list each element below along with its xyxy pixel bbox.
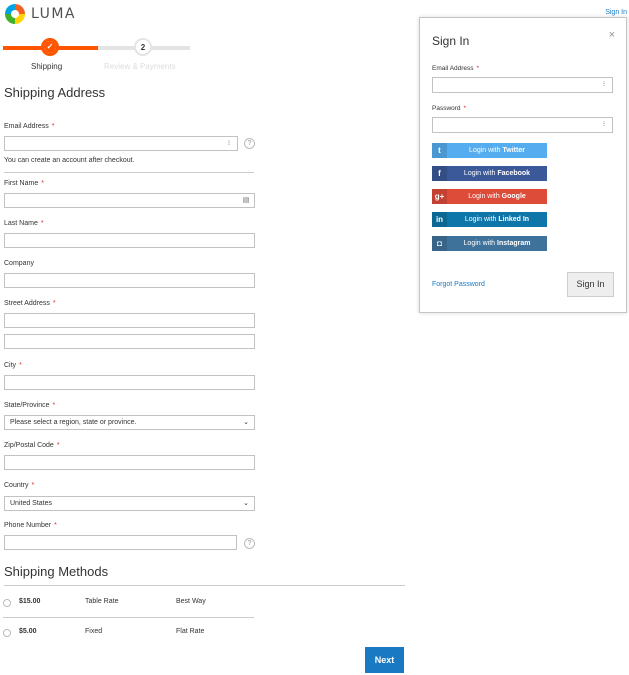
methods-divider	[4, 585, 405, 586]
forgot-password-link[interactable]: Forgot Password	[432, 281, 485, 288]
city-label: City *	[4, 362, 22, 369]
signin-modal-title: Sign In	[432, 34, 470, 48]
country-select[interactable]: United States ⌄	[4, 496, 255, 511]
signin-email-input[interactable]: ⁝	[432, 77, 613, 93]
first-name-label: First Name *	[4, 180, 44, 187]
facebook-icon: f	[432, 166, 447, 181]
autofill-icon[interactable]: ⁝	[225, 140, 233, 148]
method-price: $5.00	[19, 628, 37, 635]
state-select[interactable]: Please select a region, state or provinc…	[4, 415, 255, 430]
chevron-down-icon: ⌄	[243, 500, 249, 507]
method-title: Table Rate	[85, 598, 119, 605]
signin-password-input[interactable]: ⁝	[432, 117, 613, 133]
shipping-method-row[interactable]: $5.00 Fixed Flat Rate	[3, 626, 254, 642]
company-label: Company	[4, 260, 34, 267]
email-label: Email Address *	[4, 123, 55, 130]
step-review-indicator: 2	[134, 38, 152, 56]
step-number: 2	[140, 42, 146, 52]
shipping-method-row[interactable]: $15.00 Table Rate Best Way	[3, 596, 254, 612]
luma-logo-icon	[5, 4, 25, 24]
last-name-label: Last Name *	[4, 220, 44, 227]
login-twitter-button[interactable]: t Login with Twitter	[432, 143, 547, 158]
signin-email-label: Email Address *	[432, 65, 480, 72]
street-input-line1[interactable]	[4, 313, 255, 328]
autofill-icon[interactable]: ⁝	[600, 81, 608, 89]
company-input[interactable]	[4, 273, 255, 288]
country-select-value: United States	[10, 500, 53, 507]
login-linkedin-button[interactable]: in Login with Linked In	[432, 212, 547, 227]
method-carrier: Flat Rate	[176, 628, 205, 635]
login-google-button[interactable]: g+ Login with Google	[432, 189, 547, 204]
login-instagram-button[interactable]: ◘ Login with Instagram	[432, 236, 547, 251]
step-review-label: Review & Payments	[104, 62, 176, 71]
help-icon[interactable]: ?	[244, 538, 255, 549]
google-plus-icon: g+	[432, 189, 447, 204]
close-icon[interactable]: ×	[609, 29, 615, 41]
linkedin-icon: in	[432, 212, 447, 227]
street-input-line2[interactable]	[4, 334, 255, 349]
next-button[interactable]: Next	[365, 647, 404, 673]
login-facebook-button[interactable]: f Login with Facebook	[432, 166, 547, 181]
country-label: Country *	[4, 482, 35, 489]
phone-input[interactable]	[4, 535, 237, 550]
shipping-address-title: Shipping Address	[4, 85, 106, 100]
twitter-icon: t	[432, 143, 447, 158]
first-name-input[interactable]: ▤	[4, 193, 255, 208]
last-name-input[interactable]	[4, 233, 255, 248]
checkmark-icon: ✓	[44, 41, 56, 53]
phone-label: Phone Number *	[4, 522, 57, 529]
city-input[interactable]	[4, 375, 255, 390]
signin-modal: Sign In × Email Address * ⁝ Password * ⁝ t…	[419, 17, 627, 313]
brand-name: LUMA	[31, 6, 77, 22]
state-select-value: Please select a region, state or provinc…	[10, 419, 137, 426]
email-input[interactable]: ⁝	[4, 136, 238, 151]
signin-button[interactable]: Sign In	[567, 272, 614, 297]
form-divider	[4, 172, 254, 173]
email-note: You can create an account after checkout…	[4, 157, 135, 164]
luma-logo[interactable]: LUMA	[5, 4, 76, 24]
method-title: Fixed	[85, 628, 103, 635]
shipping-methods-title: Shipping Methods	[4, 564, 109, 579]
chevron-down-icon: ⌄	[243, 419, 249, 426]
method-radio[interactable]	[3, 629, 11, 637]
state-label: State/Province *	[4, 402, 56, 409]
method-radio[interactable]	[3, 599, 11, 607]
street-label: Street Address *	[4, 300, 56, 307]
method-price: $15.00	[19, 598, 41, 605]
autofill-icon[interactable]: ⁝	[600, 121, 608, 129]
help-icon[interactable]: ?	[244, 138, 255, 149]
signin-password-label: Password *	[432, 105, 467, 112]
step-shipping-indicator: ✓	[41, 38, 59, 56]
instagram-icon: ◘	[432, 236, 447, 251]
zip-label: Zip/Postal Code *	[4, 442, 60, 449]
step-shipping-label[interactable]: Shipping	[31, 62, 62, 71]
method-row-divider	[3, 617, 254, 618]
method-carrier: Best Way	[176, 598, 206, 605]
header-signin-link[interactable]: Sign In	[605, 9, 627, 16]
zip-input[interactable]	[4, 455, 255, 470]
contact-card-icon[interactable]: ▤	[242, 197, 250, 205]
